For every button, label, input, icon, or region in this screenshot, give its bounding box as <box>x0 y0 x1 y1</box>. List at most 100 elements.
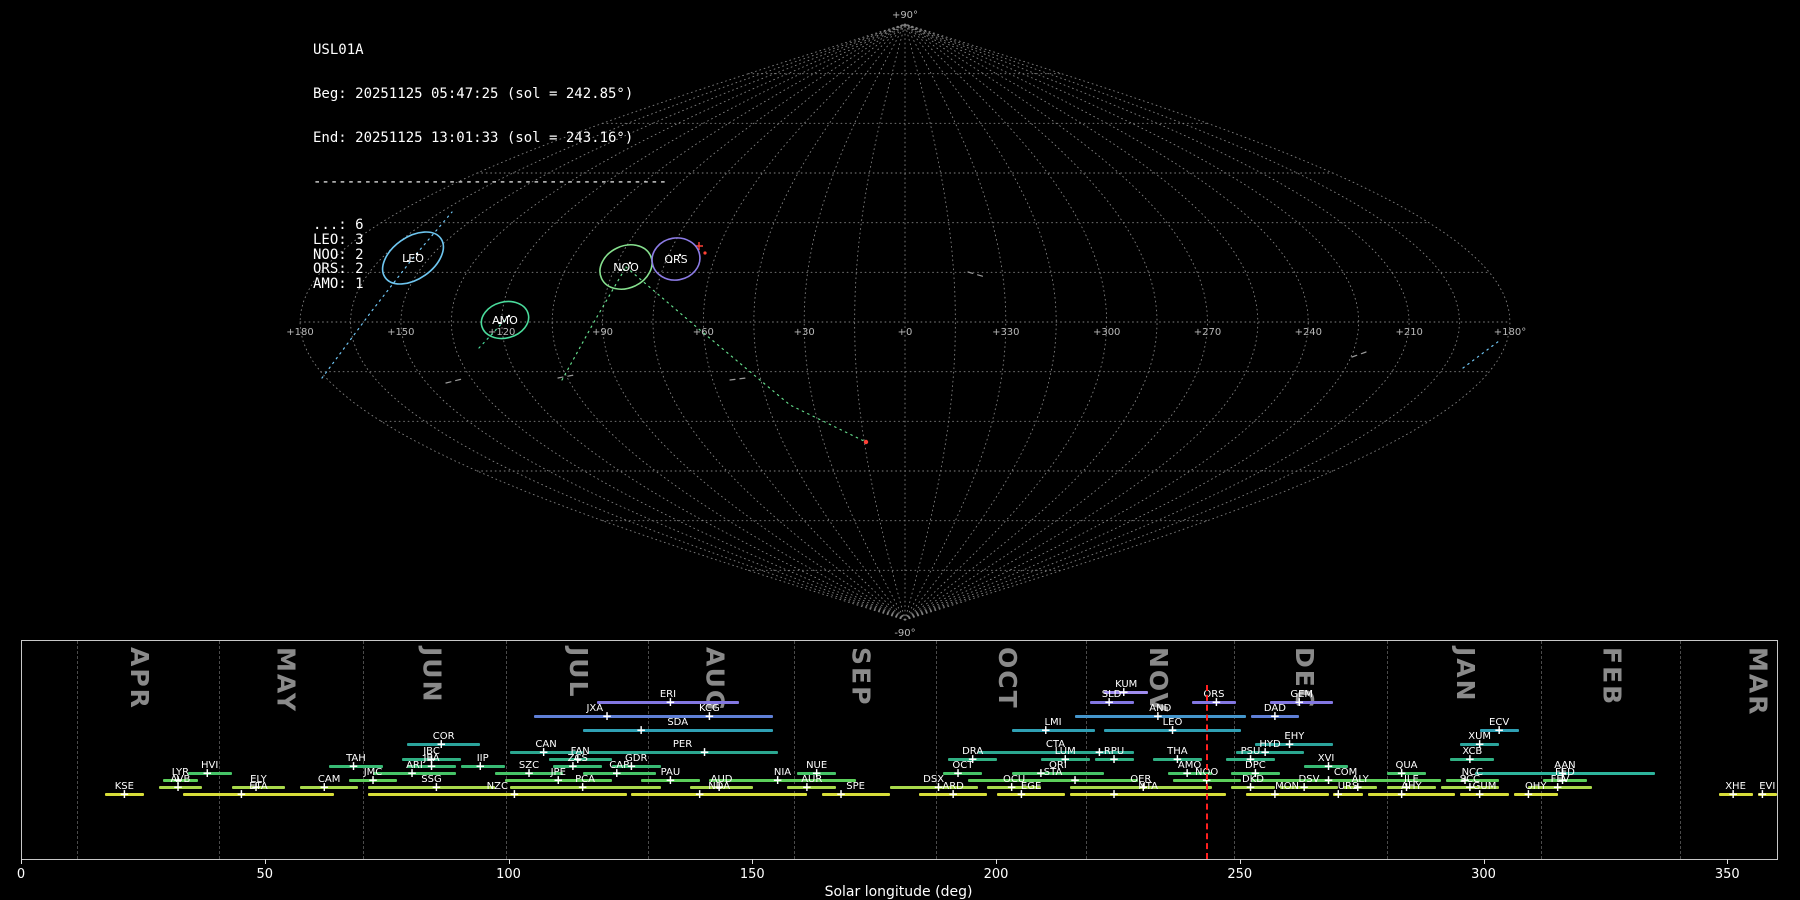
x-tick <box>752 859 754 864</box>
month-label-mar: MAR <box>1743 647 1773 717</box>
month-boundary-line <box>647 641 649 859</box>
x-axis-title: Solar longitude (deg) <box>824 884 973 900</box>
month-label-jun: JUN <box>417 647 447 704</box>
month-boundary-line <box>363 641 365 859</box>
shower-peak-marker: + <box>1060 752 1071 766</box>
longitude-label: +0 <box>898 327 913 338</box>
longitude-label: +210 <box>1395 327 1422 338</box>
month-boundary-line <box>1679 641 1681 859</box>
shower-peak-marker: + <box>1552 780 1563 794</box>
shower-peak-marker: + <box>665 773 676 787</box>
shower-label-OHY: OHY <box>1524 781 1547 792</box>
x-tick-label: 300 <box>1471 867 1496 882</box>
longitude-label: +90 <box>592 327 613 338</box>
shower-peak-marker: + <box>1299 780 1310 794</box>
shower-peak-marker: + <box>368 773 379 787</box>
shower-peak-marker: + <box>699 745 710 759</box>
current-sol-line <box>1206 685 1209 859</box>
x-tick <box>1727 859 1729 864</box>
month-label-oct: OCT <box>992 647 1022 710</box>
shower-peak-marker: + <box>933 780 944 794</box>
shower-peak-marker: + <box>1396 766 1407 780</box>
month-label-jan: JAN <box>1451 647 1480 703</box>
shower-peak-marker: + <box>1284 737 1295 751</box>
shower-peak-marker: + <box>1152 709 1163 723</box>
shower-peak-marker: + <box>567 759 578 773</box>
shower-peak-marker: + <box>1109 752 1120 766</box>
shower-peak-marker: + <box>509 787 520 801</box>
shower-peak-marker: + <box>1250 766 1261 780</box>
month-label-may: MAY <box>271 647 301 713</box>
shower-count-other: ...: 6 <box>313 217 364 234</box>
shower-bar-SDA <box>582 729 773 732</box>
x-tick-label: 50 <box>256 867 274 882</box>
shower-peak-marker: + <box>1728 787 1739 801</box>
shower-peak-marker: + <box>1323 773 1334 787</box>
shower-peak-marker: + <box>714 780 725 794</box>
shower-peak-marker: + <box>1172 752 1183 766</box>
shower-peak-marker: + <box>407 766 418 780</box>
x-tick <box>21 859 22 864</box>
shower-peak-marker: + <box>436 737 447 751</box>
month-label-apr: APR <box>125 647 154 710</box>
shower-peak-marker: + <box>524 766 535 780</box>
observation-info: USL01A Beg: 20251125 05:47:25 (sol = 242… <box>313 14 667 320</box>
shower-count-noo: NOO: 2 <box>313 246 364 263</box>
shower-peak-marker: + <box>319 780 330 794</box>
x-tick-label: 150 <box>739 867 765 882</box>
shower-peak-marker: + <box>1333 787 1344 801</box>
shower-peak-marker: + <box>1269 709 1280 723</box>
shower-peak-marker: + <box>1757 787 1768 801</box>
longitude-label: +60 <box>693 327 714 338</box>
shower-count-amo: AMO: 1 <box>313 275 364 292</box>
timeline-plot-area: APR MAY JUN JUL AUG SEP OCT NOV DEC JAN FEB MAR KUM +… <box>21 640 1778 860</box>
shower-peak-marker: + <box>119 787 130 801</box>
longitude-label: +180 <box>286 327 313 338</box>
shower-peak-marker: + <box>1211 695 1222 709</box>
shower-peak-marker: + <box>1040 723 1051 737</box>
shower-peak-marker: + <box>704 709 715 723</box>
shower-peak-marker: + <box>1474 787 1485 801</box>
shower-peak-marker: + <box>1494 723 1505 737</box>
shower-peak-marker: + <box>348 759 359 773</box>
longitude-label: +240 <box>1295 327 1322 338</box>
shower-peak-marker: + <box>948 787 959 801</box>
shower-peak-marker: + <box>836 787 847 801</box>
shower-peak-marker: + <box>1094 745 1105 759</box>
shower-bar-MON <box>1245 793 1329 796</box>
shower-peak-marker: + <box>1138 780 1149 794</box>
shower-bar-NTA <box>1070 793 1227 796</box>
shower-peak-marker: + <box>1182 766 1193 780</box>
shower-peak-marker: + <box>1323 759 1334 773</box>
shower-peak-marker: + <box>1167 723 1178 737</box>
month-boundary-line <box>505 641 507 859</box>
x-tick-label: 100 <box>496 867 521 882</box>
shower-peak-marker: + <box>1016 787 1027 801</box>
shower-peak-marker: + <box>694 787 705 801</box>
x-tick-label: 200 <box>983 867 1009 882</box>
radiant-label: ORS <box>664 253 687 266</box>
month-label-jul: JUL <box>563 647 593 699</box>
shower-peak-marker: + <box>1269 787 1280 801</box>
station-id: USL01A <box>313 42 364 59</box>
time-begin: Beg: 20251125 05:47:25 (sol = 242.85°) <box>313 85 634 102</box>
shower-peak-marker: + <box>772 773 783 787</box>
shower-peak-marker: + <box>1464 780 1475 794</box>
shower-peak-marker: + <box>665 695 676 709</box>
pole-label-north: +90° <box>892 10 918 21</box>
meteor-radiant-plot: +180 +150 +120 +90 +60 +30 +0 +330 +300 +270 +240 +… <box>0 0 1800 900</box>
longitude-label: +180° <box>1494 327 1526 338</box>
shower-peak-marker: + <box>577 780 588 794</box>
longitude-label: +270 <box>1194 327 1221 338</box>
shower-peak-marker: + <box>1006 780 1017 794</box>
shower-peak-marker: + <box>1523 787 1534 801</box>
shower-bar-NZC <box>368 793 627 796</box>
shower-peak-marker: + <box>236 787 247 801</box>
divider-line: ----------------------------------------… <box>313 173 668 190</box>
shower-bar-LMI <box>1011 729 1095 732</box>
shower-peak-marker: + <box>626 759 637 773</box>
x-tick <box>1483 859 1485 864</box>
shower-peak-marker: + <box>1118 685 1129 699</box>
shower-peak-marker: + <box>1104 695 1115 709</box>
shower-peak-marker: + <box>202 766 213 780</box>
